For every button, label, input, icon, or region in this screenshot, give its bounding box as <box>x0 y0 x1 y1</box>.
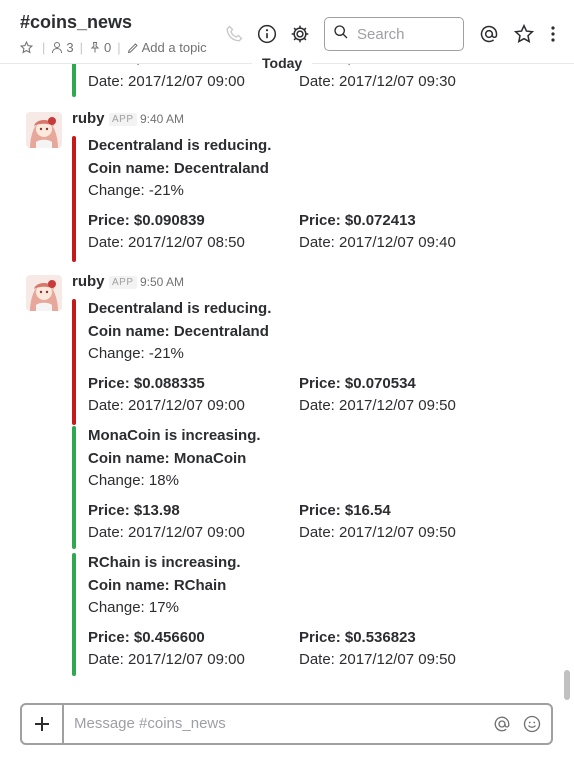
coin-name: Coin name: Decentraland <box>88 323 269 340</box>
avatar[interactable] <box>26 275 62 311</box>
date-before: Date: 2017/12/07 09:00 <box>88 397 245 414</box>
app-badge: APP <box>109 113 137 126</box>
members-icon[interactable] <box>51 41 63 54</box>
member-count[interactable]: 3 <box>66 40 73 55</box>
message-input[interactable]: Message #coins_news <box>74 715 226 732</box>
attachment: RChain is increasing. Coin name: RChain … <box>72 553 492 676</box>
timestamp[interactable]: 9:40 AM <box>140 112 184 126</box>
message-list[interactable]: Price: $18.70 Price: $17.20 Date: 2017/1… <box>0 50 574 700</box>
date-before: Date: 2017/12/07 09:00 <box>88 651 245 668</box>
avatar[interactable] <box>26 112 62 148</box>
scrollbar-thumb[interactable] <box>564 670 570 700</box>
attachment-color-bar <box>72 553 76 676</box>
price-after: Price: $0.072413 <box>299 212 416 229</box>
date-after: Date: 2017/12/07 09:50 <box>299 524 456 541</box>
app-badge: APP <box>109 276 137 289</box>
attachment-headline: MonaCoin is increasing. <box>88 427 261 444</box>
message-composer[interactable]: Message #coins_news <box>20 703 553 745</box>
date-after: Date: 2017/12/07 09:50 <box>299 397 456 414</box>
attachment-color-bar <box>72 299 76 425</box>
change-value: Change: -21% <box>88 345 184 362</box>
date-before: Date: 2017/12/07 09:00 <box>88 524 245 541</box>
price-before: Price: $13.98 <box>88 502 180 519</box>
attachment: Decentraland is reducing. Coin name: Dec… <box>72 299 492 425</box>
add-topic-link[interactable]: Add a topic <box>142 40 207 55</box>
date-after: Date: 2017/12/07 09:40 <box>299 234 456 251</box>
date-before: Date: 2017/12/07 08:50 <box>88 234 245 251</box>
price-before: Price: $0.088335 <box>88 375 205 392</box>
search-icon <box>333 24 349 45</box>
date-after: Date: 2017/12/07 09:30 <box>299 73 456 90</box>
sender-name[interactable]: ruby <box>72 110 105 127</box>
coin-name: Coin name: Decentraland <box>88 160 269 177</box>
day-divider: Today <box>252 53 313 73</box>
channel-meta: | 3 | 0 | Add a topic <box>20 40 207 55</box>
attachment: MonaCoin is increasing. Coin name: MonaC… <box>72 426 492 549</box>
divider: | <box>42 40 46 55</box>
change-value: Change: 18% <box>88 472 179 489</box>
mention-icon[interactable] <box>479 24 499 44</box>
attachment-headline: Decentraland is reducing. <box>88 137 272 154</box>
gear-icon[interactable] <box>290 24 310 44</box>
emoji-icon[interactable] <box>522 714 542 734</box>
coin-name: Coin name: MonaCoin <box>88 450 247 467</box>
date-before: Date: 2017/12/07 09:00 <box>88 73 245 90</box>
change-value: Change: 17% <box>88 599 179 616</box>
date-after: Date: 2017/12/07 09:50 <box>299 651 456 668</box>
attachment-headline: Decentraland is reducing. <box>88 300 272 317</box>
price-after: Price: $16.54 <box>299 502 391 519</box>
change-value: Change: -21% <box>88 182 184 199</box>
timestamp[interactable]: 9:50 AM <box>140 275 184 289</box>
pencil-icon[interactable] <box>127 42 139 54</box>
attachment-color-bar <box>72 426 76 549</box>
star-outline-icon[interactable] <box>514 24 534 44</box>
price-before: Price: $0.090839 <box>88 212 205 229</box>
divider: | <box>117 40 121 55</box>
search-box[interactable]: Search <box>324 17 464 51</box>
star-icon[interactable] <box>20 41 33 54</box>
plus-icon[interactable] <box>22 705 64 743</box>
search-input[interactable]: Search <box>357 26 405 43</box>
attachment-headline: RChain is increasing. <box>88 554 241 571</box>
price-after: Price: $0.536823 <box>299 629 416 646</box>
divider: | <box>79 40 84 55</box>
price-before: Price: $0.456600 <box>88 629 205 646</box>
coin-name: Coin name: RChain <box>88 577 227 594</box>
pin-icon[interactable] <box>89 41 101 54</box>
more-vertical-icon[interactable] <box>543 24 563 44</box>
price-after: Price: $0.070534 <box>299 375 416 392</box>
pin-count[interactable]: 0 <box>104 40 111 55</box>
channel-title[interactable]: #coins_news <box>20 12 132 33</box>
attachment: Decentraland is reducing. Coin name: Dec… <box>72 136 492 262</box>
sender-name[interactable]: ruby <box>72 273 105 290</box>
info-icon[interactable] <box>257 24 277 44</box>
mention-icon[interactable] <box>492 714 512 734</box>
attachment-color-bar <box>72 136 76 262</box>
call-icon[interactable] <box>224 24 244 44</box>
